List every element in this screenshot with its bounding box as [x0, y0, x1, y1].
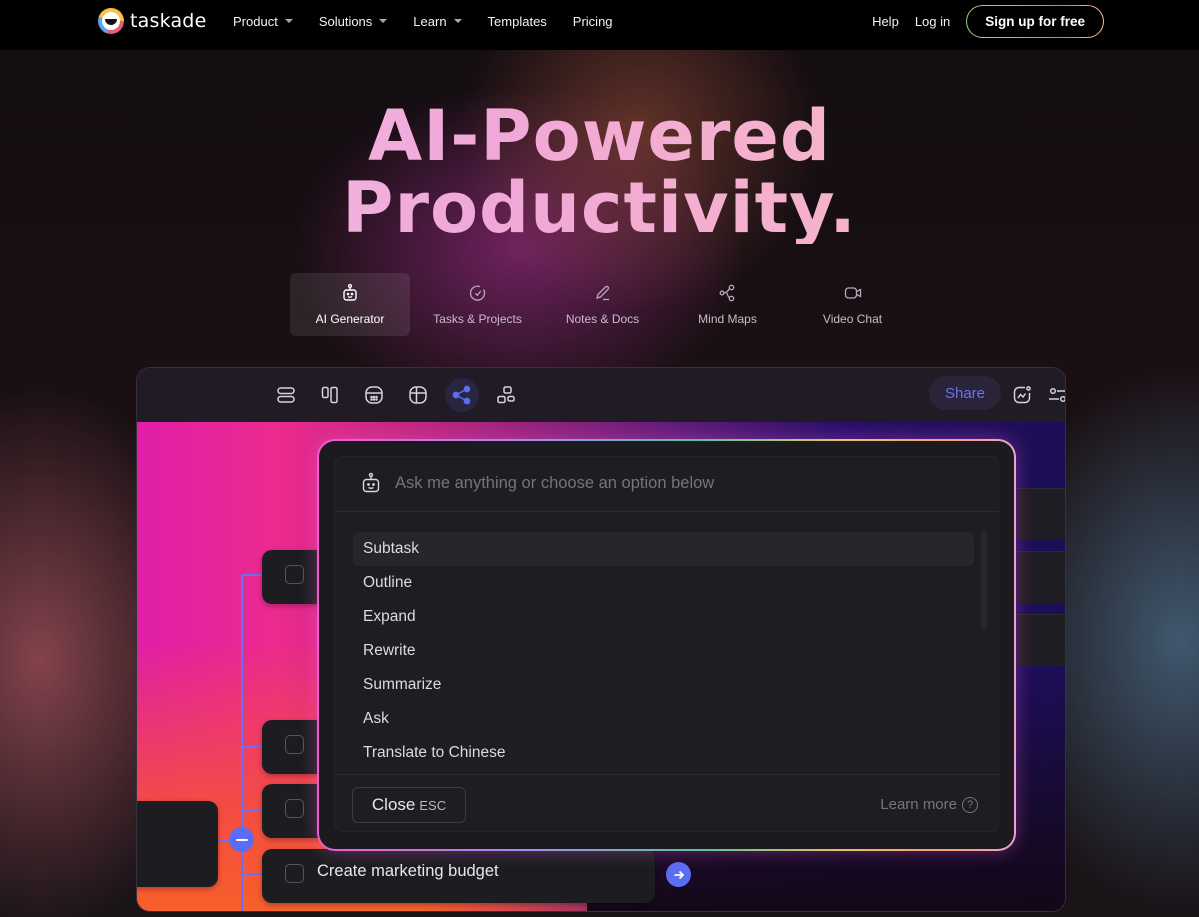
tab-notes-docs[interactable]: Notes & Docs	[540, 273, 665, 336]
login-link[interactable]: Log in	[915, 14, 950, 29]
ai-option-ask[interactable]: Ask	[353, 702, 974, 736]
nav-product-label: Product	[233, 13, 278, 29]
esc-shortcut: ESC	[419, 797, 447, 813]
logo[interactable]: taskade	[98, 8, 206, 34]
settings-sliders-icon[interactable]	[1041, 378, 1065, 412]
task-checkbox[interactable]	[285, 864, 304, 883]
brand-name: taskade	[130, 10, 207, 32]
close-button[interactable]: Close ESC	[352, 787, 466, 823]
connector-line	[241, 746, 263, 748]
ai-dialog-footer: Close ESC Learn more ?	[335, 774, 1000, 833]
mindmap-node[interactable]	[1017, 614, 1065, 666]
ai-option-translate[interactable]: Translate to Chinese	[353, 736, 974, 770]
nav-learn[interactable]: Learn	[413, 13, 462, 29]
arrow-right-icon[interactable]	[666, 862, 691, 887]
task-checkbox[interactable]	[285, 799, 304, 818]
tab-label: Notes & Docs	[565, 312, 640, 326]
ai-option-summarize[interactable]: Summarize	[353, 668, 974, 702]
org-chart-view-icon[interactable]	[489, 378, 523, 412]
connector-line	[241, 574, 243, 911]
hero-title-line-2: Productivity.	[342, 167, 857, 249]
mindmap-node[interactable]	[1017, 551, 1065, 603]
learn-more-label: Learn more	[880, 796, 957, 813]
app-preview-window: Share Create marketing budget Ask me any…	[136, 367, 1066, 912]
help-link[interactable]: Help	[872, 14, 899, 29]
nav-links: Product Solutions Learn Templates Pricin…	[233, 0, 639, 42]
mindmap-root-node[interactable]	[137, 801, 218, 887]
mindmap-view-icon[interactable]	[445, 378, 479, 412]
chevron-down-icon	[453, 19, 462, 23]
ai-option-expand[interactable]: Expand	[353, 600, 974, 634]
connector-line	[241, 574, 263, 576]
mindmap-node[interactable]	[1017, 488, 1065, 540]
mindmap-node[interactable]	[262, 550, 342, 604]
activity-icon[interactable]	[1005, 378, 1039, 412]
check-circle-icon	[469, 285, 485, 301]
calendar-view-icon[interactable]	[357, 378, 391, 412]
tab-label: AI Generator	[315, 312, 385, 326]
learn-more-link[interactable]: Learn more ?	[880, 796, 978, 813]
connector-line	[241, 873, 263, 875]
canvas-shade	[587, 672, 1065, 911]
tab-label: Video Chat	[822, 312, 883, 326]
mindmap-icon	[719, 284, 734, 302]
tab-video-chat[interactable]: Video Chat	[790, 273, 915, 336]
chevron-down-icon	[379, 19, 388, 23]
mindmap-node[interactable]	[262, 720, 342, 774]
tab-label: Tasks & Projects	[433, 312, 522, 326]
mindmap-node[interactable]	[262, 784, 342, 838]
nav-actions: Help Log in Sign up for free	[872, 4, 1104, 38]
close-label: Close	[371, 795, 416, 814]
ai-prompt-input[interactable]	[395, 474, 955, 493]
mindmap-node-task[interactable]: Create marketing budget	[262, 849, 655, 903]
top-nav: taskade Product Solutions Learn Template…	[0, 0, 1199, 50]
nav-templates[interactable]: Templates	[488, 14, 547, 29]
ask-row	[335, 457, 1000, 512]
ai-options-list: Subtask Outline Expand Rewrite Summarize…	[353, 532, 974, 770]
options-scrollbar[interactable]	[981, 529, 987, 629]
nav-pricing[interactable]: Pricing	[573, 14, 613, 29]
ai-dialog-panel: Subtask Outline Expand Rewrite Summarize…	[334, 456, 1000, 833]
table-view-icon[interactable]	[401, 378, 435, 412]
robot-icon	[362, 472, 380, 493]
ai-option-rewrite[interactable]: Rewrite	[353, 634, 974, 668]
nav-learn-label: Learn	[413, 13, 447, 29]
tab-mind-maps[interactable]: Mind Maps	[665, 273, 790, 336]
feature-tabs: AI Generator Tasks & Projects Notes & Do…	[290, 273, 915, 336]
connector-line	[241, 809, 263, 811]
robot-icon	[343, 283, 357, 301]
board-view-icon[interactable]	[313, 378, 347, 412]
task-checkbox[interactable]	[285, 735, 304, 754]
hero-title: AI-Powered Productivity.	[0, 100, 1199, 244]
ai-option-subtask[interactable]: Subtask	[353, 532, 974, 566]
tab-ai-generator[interactable]: AI Generator	[290, 273, 410, 336]
tab-label: Mind Maps	[698, 312, 757, 326]
pencil-icon	[595, 285, 609, 301]
video-icon	[844, 287, 861, 299]
app-toolbar: Share	[137, 368, 1065, 422]
tab-tasks-projects[interactable]: Tasks & Projects	[415, 273, 540, 336]
help-circle-icon: ?	[962, 796, 978, 813]
hero-title-line-1: AI-Powered	[368, 95, 831, 177]
collapse-button[interactable]	[229, 827, 254, 852]
ai-option-outline[interactable]: Outline	[353, 566, 974, 600]
taskade-logo-icon	[98, 8, 124, 34]
share-button[interactable]: Share	[929, 376, 1001, 410]
nav-solutions[interactable]: Solutions	[318, 13, 388, 29]
nav-product[interactable]: Product	[233, 14, 293, 29]
mindmap-canvas: Create marketing budget Subtask Outline …	[137, 422, 1065, 911]
chevron-down-icon	[284, 19, 293, 23]
signup-button[interactable]: Sign up for free	[966, 5, 1104, 38]
ai-assistant-dialog: Subtask Outline Expand Rewrite Summarize…	[317, 439, 1016, 851]
task-checkbox[interactable]	[285, 565, 304, 584]
connector-line	[217, 840, 241, 842]
canvas-gradient	[137, 642, 657, 911]
list-view-icon[interactable]	[269, 378, 303, 412]
task-text: Create marketing budget	[317, 862, 499, 880]
nav-solutions-label: Solutions	[318, 13, 373, 29]
